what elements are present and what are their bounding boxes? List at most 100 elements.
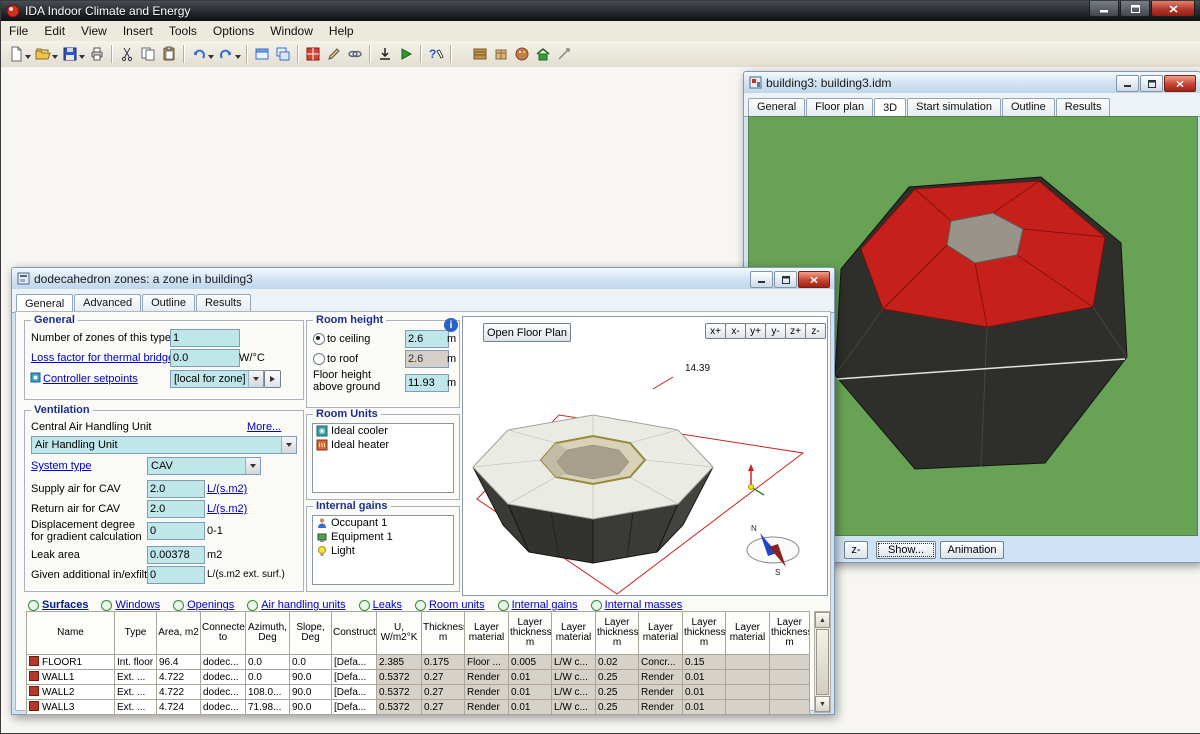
cut-button[interactable] (116, 43, 137, 65)
list-item[interactable]: Ideal heater (313, 438, 453, 452)
ahu-select[interactable]: Air Handling Unit (31, 436, 297, 454)
return-air-unit-link[interactable]: L/(s.m2) (207, 503, 247, 515)
cell[interactable]: Ext. ... (115, 685, 157, 700)
cell[interactable]: 96.4 (157, 655, 201, 670)
app-titlebar[interactable]: IDA Indoor Climate and Energy (1, 1, 1200, 21)
name-cell[interactable]: WALL1 (27, 670, 115, 685)
list-item[interactable]: Light (313, 544, 453, 558)
save-button[interactable] (59, 43, 80, 65)
to-ceiling-radio[interactable] (313, 333, 325, 345)
to-roof-radio[interactable] (313, 353, 325, 365)
cell[interactable]: dodec... (201, 685, 246, 700)
view-y-minus-button[interactable]: y- (765, 323, 786, 339)
tab-outline[interactable]: Outline (1002, 98, 1055, 116)
tab-3d[interactable]: 3D (874, 98, 906, 117)
cell[interactable]: 0.0 (246, 670, 290, 685)
cell[interactable]: dodec... (201, 655, 246, 670)
supply-air-unit-link[interactable]: L/(s.m2) (207, 483, 247, 495)
window-tile-2-button[interactable] (272, 43, 293, 65)
view-z-minus-button[interactable]: z- (805, 323, 826, 339)
new-dropdown-caret[interactable] (25, 55, 31, 62)
tab-outline[interactable]: Outline (142, 294, 195, 312)
system-type-link[interactable]: System type (31, 460, 92, 472)
window-tile-1-button[interactable] (251, 43, 272, 65)
section-tab-windows[interactable]: Windows (101, 599, 160, 611)
database-button[interactable] (469, 43, 490, 65)
open-floor-plan-button[interactable]: Open Floor Plan (483, 323, 571, 342)
close-button[interactable] (1151, 1, 1195, 17)
cell[interactable]: Ext. ... (115, 670, 157, 685)
menu-insert[interactable]: Insert (115, 22, 161, 40)
zone-3d-model[interactable]: 14.39 N S (463, 317, 827, 595)
scrollbar-thumb[interactable] (816, 629, 829, 695)
controller-setpoints-select[interactable]: [local for zone] (170, 370, 264, 388)
cell[interactable]: [Defa... (332, 670, 377, 685)
zone-close-button[interactable] (798, 271, 830, 288)
section-tab-room-units[interactable]: Room units (415, 599, 485, 611)
section-tab-air-handling-units[interactable]: Air handling units (247, 599, 345, 611)
section-tab-leaks[interactable]: Leaks (359, 599, 402, 611)
cell[interactable]: 108.0... (246, 685, 290, 700)
leak-area-input[interactable] (147, 546, 205, 564)
cell[interactable]: Ext. ... (115, 700, 157, 715)
section-tab-openings[interactable]: Openings (173, 599, 234, 611)
insert-object-button[interactable] (302, 43, 323, 65)
undo-button[interactable] (188, 43, 209, 65)
show-button[interactable]: Show... (876, 541, 936, 559)
name-cell[interactable]: WALL2 (27, 685, 115, 700)
tab-floor-plan[interactable]: Floor plan (806, 98, 873, 116)
info-icon[interactable]: i (444, 318, 458, 332)
open-dropdown-caret[interactable] (52, 55, 58, 62)
menu-tools[interactable]: Tools (161, 22, 205, 40)
cell[interactable]: Int. floor (115, 655, 157, 670)
loss-factor-input[interactable] (170, 349, 240, 367)
menu-view[interactable]: View (73, 22, 115, 40)
menu-options[interactable]: Options (205, 22, 262, 40)
table-scrollbar[interactable]: ▲ ▼ (814, 611, 831, 713)
scroll-down-button[interactable]: ▼ (815, 696, 830, 712)
cell[interactable]: 71.98... (246, 700, 290, 715)
view-y-plus-button[interactable]: y+ (745, 323, 766, 339)
tab-general[interactable]: General (748, 98, 805, 116)
list-item[interactable]: Equipment 1 (313, 530, 453, 544)
edit-pen-button[interactable] (323, 43, 344, 65)
cell[interactable]: 4.722 (157, 685, 201, 700)
z-minus-button[interactable]: z- (844, 541, 868, 559)
wizard-button[interactable] (553, 43, 574, 65)
run-simulation-button[interactable] (395, 43, 416, 65)
cell[interactable]: 90.0 (290, 700, 332, 715)
menu-edit[interactable]: Edit (36, 22, 73, 40)
zone-titlebar[interactable]: dodecahedron zones: a zone in building3 (12, 268, 834, 289)
section-tab-internal-masses[interactable]: Internal masses (591, 599, 683, 611)
palette-button[interactable] (511, 43, 532, 65)
list-item[interactable]: Occupant 1 (313, 516, 453, 530)
package-button[interactable] (490, 43, 511, 65)
list-item[interactable]: Ideal cooler (313, 424, 453, 438)
name-cell[interactable]: FLOOR1 (27, 655, 115, 670)
zones-count-input[interactable] (170, 329, 240, 347)
cell[interactable]: [Defa... (332, 655, 377, 670)
dropdown-arrow-icon[interactable] (245, 458, 260, 474)
print-button[interactable] (86, 43, 107, 65)
home-button[interactable] (532, 43, 553, 65)
zone-3d-panel[interactable]: 14.39 N S (462, 316, 828, 596)
more-link[interactable]: More... (247, 421, 281, 433)
context-help-button[interactable]: ? (425, 43, 446, 65)
tab-results[interactable]: Results (1056, 98, 1111, 116)
redo-dropdown-caret[interactable] (235, 55, 241, 62)
maximize-button[interactable] (1120, 1, 1150, 17)
scroll-up-button[interactable]: ▲ (815, 612, 830, 628)
displacement-input[interactable] (147, 522, 205, 540)
floor-height-input[interactable] (405, 374, 449, 392)
cell[interactable]: 0.0 (290, 655, 332, 670)
minimize-button[interactable] (1089, 1, 1119, 17)
controller-setpoints-link[interactable]: Controller setpoints (43, 373, 138, 385)
supply-air-input[interactable] (147, 480, 205, 498)
infiltration-input[interactable] (147, 566, 205, 584)
cell[interactable]: dodec... (201, 670, 246, 685)
building3-titlebar[interactable]: building3: building3.idm (744, 72, 1200, 93)
cell[interactable]: 4.724 (157, 700, 201, 715)
open-button[interactable] (32, 43, 53, 65)
cell[interactable]: [Defa... (332, 685, 377, 700)
dropdown-arrow-icon[interactable] (248, 371, 263, 387)
